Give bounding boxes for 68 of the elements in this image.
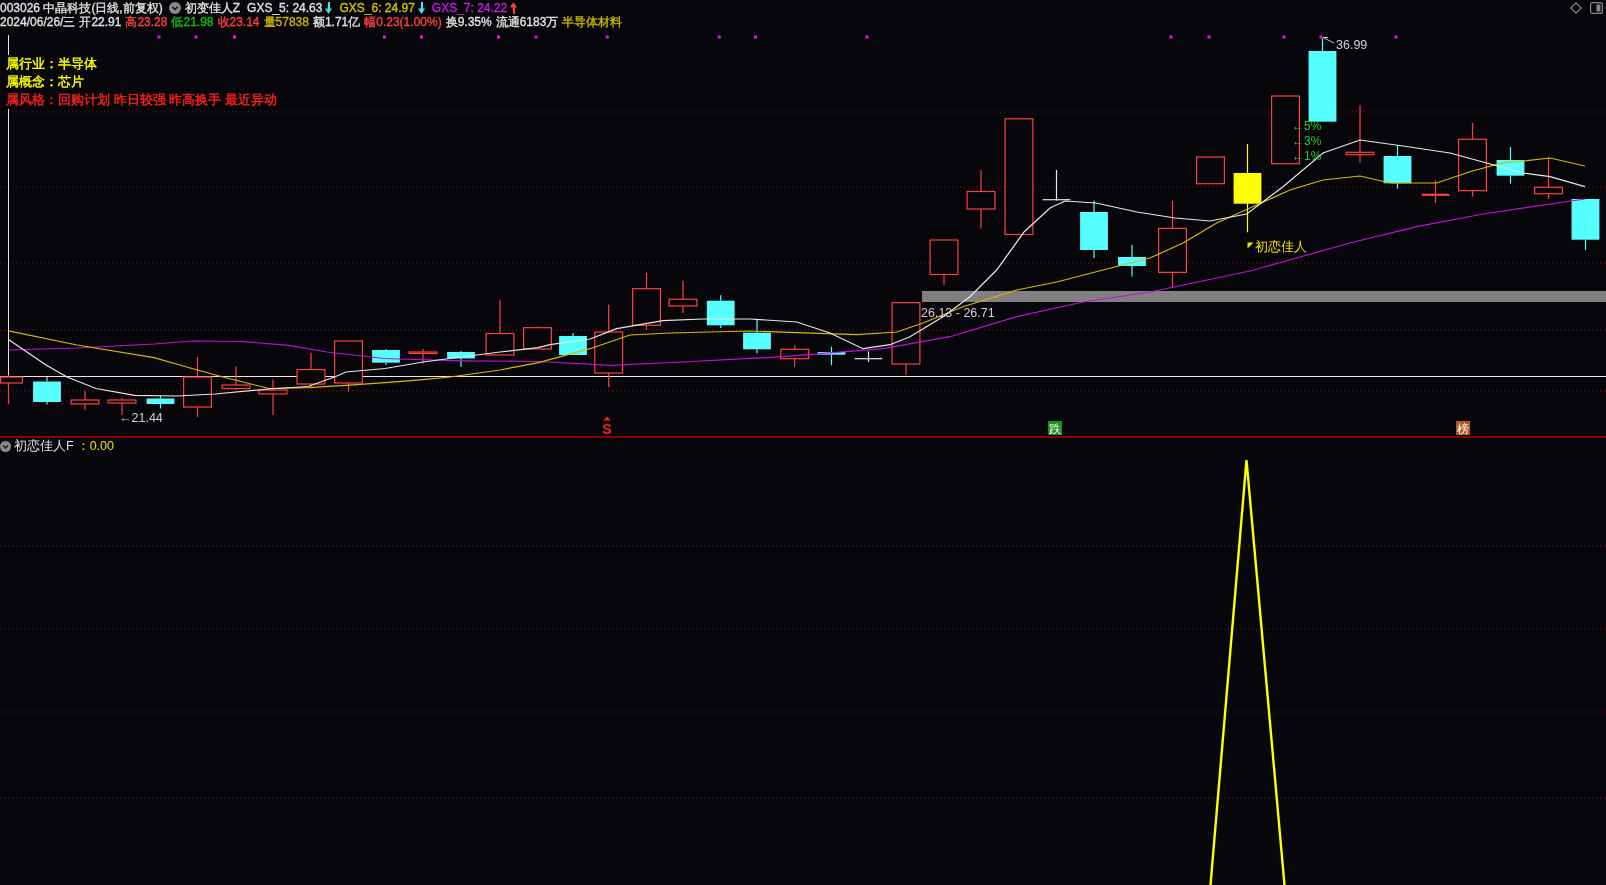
candlestick	[706, 294, 735, 329]
tag-label: 属行业：	[6, 55, 58, 73]
candlestick	[780, 344, 810, 368]
low-price-label: ←21.44	[119, 410, 163, 425]
candlestick	[258, 379, 288, 416]
panel-title: 初恋佳人F	[14, 438, 74, 455]
quote-value: 半导体材料	[562, 13, 623, 31]
series-value: GXS_5: 24.63	[247, 1, 323, 15]
candlestick	[668, 280, 698, 314]
candlestick	[183, 356, 212, 418]
dropdown-icon[interactable]	[0, 441, 11, 452]
dropdown-icon[interactable]	[168, 2, 181, 14]
candlestick	[854, 350, 883, 363]
candlestick	[33, 376, 61, 406]
quote-value: 低21.98	[171, 14, 214, 31]
candlestick	[1421, 179, 1450, 204]
high-price-label: 36.99	[1336, 38, 1368, 52]
tag-label: 属概念：	[6, 73, 58, 91]
candlestick	[70, 390, 100, 411]
quote-value: 流通6183万	[495, 13, 559, 31]
quote-value: 额1.71亿	[312, 14, 361, 31]
signal-label: 初恋佳人	[1254, 240, 1307, 254]
candlestick	[817, 346, 846, 366]
candlestick	[632, 272, 661, 331]
quote-value: 换9.35%	[445, 14, 492, 31]
panel-value: ：0.00	[76, 438, 114, 455]
signal-badge: 榜	[1456, 421, 1470, 435]
candlestick	[296, 352, 326, 389]
candlestick	[1496, 146, 1525, 185]
security-title: 003026 中晶科技(日线,前复权)	[0, 0, 163, 16]
candlestick	[1080, 200, 1108, 259]
candlestick	[447, 350, 475, 368]
signal-mark: S	[602, 421, 612, 437]
candlestick	[1534, 156, 1563, 200]
quote-value: 高23.28	[125, 14, 168, 31]
quote-value: 幅0.23(1.00%)	[364, 14, 442, 31]
tag-value: 半导体	[58, 55, 97, 73]
series-value: GXS_6: 24.97	[339, 1, 415, 15]
series-value: GXS_7: 24.22	[431, 1, 508, 15]
candlestick	[221, 365, 251, 391]
candlestick	[334, 340, 363, 393]
panel-toggle-icon[interactable]	[1590, 2, 1603, 14]
signal-badge: 跌	[1048, 421, 1062, 435]
triangle-icon	[603, 416, 611, 421]
quote-value: 量57838	[263, 14, 309, 31]
diamond-icon[interactable]	[1570, 2, 1582, 14]
quote-value: 收23.14	[217, 14, 260, 31]
tag-value: 回购计划 昨日较强 昨高换手 最近异动	[58, 91, 277, 109]
candlestick	[1042, 169, 1071, 202]
tag-label: 属风格：	[6, 91, 58, 109]
candlestick	[1196, 156, 1225, 185]
candlestick	[408, 348, 438, 365]
candlestick	[1345, 104, 1375, 164]
candlestick	[146, 395, 175, 410]
candlestick	[1118, 244, 1146, 278]
triangle-icon	[1247, 242, 1254, 249]
candlestick	[966, 169, 996, 229]
candlestick	[929, 239, 959, 286]
quote-value: 开22.91	[79, 14, 122, 31]
candlestick	[485, 299, 515, 356]
candlestick	[523, 325, 552, 350]
indicator-name: 初变佳人Z	[184, 0, 241, 16]
candlestick	[1383, 144, 1412, 190]
candlestick	[743, 319, 771, 354]
tag-value: 芯片	[58, 73, 84, 91]
quote-value: 2024/06/26/三	[0, 14, 76, 31]
leader-line	[1322, 37, 1335, 44]
candlestick	[1571, 199, 1600, 251]
